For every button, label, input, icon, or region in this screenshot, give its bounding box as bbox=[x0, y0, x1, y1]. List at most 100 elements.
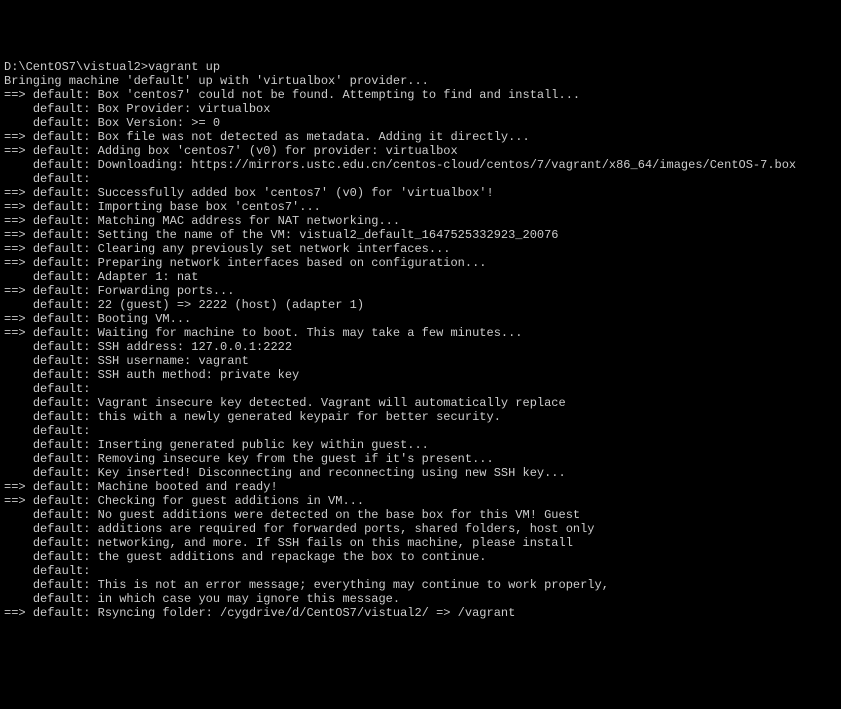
output-line: default: SSH address: 127.0.0.1:2222 bbox=[4, 340, 837, 354]
line-prefix bbox=[4, 396, 33, 410]
output-line: default: additions are required for forw… bbox=[4, 522, 837, 536]
line-prefix: ==> bbox=[4, 606, 33, 620]
line-prefix bbox=[4, 424, 33, 438]
line-prefix: ==> bbox=[4, 130, 33, 144]
line-prefix: ==> bbox=[4, 284, 33, 298]
line-prefix: ==> bbox=[4, 256, 33, 270]
output-line: default: bbox=[4, 172, 837, 186]
line-text: default: Box 'centos7' could not be foun… bbox=[33, 88, 580, 102]
line-text: default: Waiting for machine to boot. Th… bbox=[33, 326, 523, 340]
line-text: default: Clearing any previously set net… bbox=[33, 242, 451, 256]
line-prefix: ==> bbox=[4, 494, 33, 508]
line-text: default: SSH username: vagrant bbox=[33, 354, 249, 368]
line-prefix bbox=[4, 508, 33, 522]
line-text: default: Booting VM... bbox=[33, 312, 191, 326]
output-line: default: bbox=[4, 564, 837, 578]
line-prefix bbox=[4, 564, 33, 578]
line-prefix: ==> bbox=[4, 144, 33, 158]
line-prefix: ==> bbox=[4, 312, 33, 326]
line-text: default: This is not an error message; e… bbox=[33, 578, 609, 592]
output-line: default: Box Version: >= 0 bbox=[4, 116, 837, 130]
line-text: default: Machine booted and ready! bbox=[33, 480, 278, 494]
line-prefix: ==> bbox=[4, 326, 33, 340]
line-text: default: No guest additions were detecte… bbox=[33, 508, 580, 522]
line-prefix bbox=[4, 410, 33, 424]
output-line: default: No guest additions were detecte… bbox=[4, 508, 837, 522]
output-line: default: Box Provider: virtualbox bbox=[4, 102, 837, 116]
output-line: ==> default: Machine booted and ready! bbox=[4, 480, 837, 494]
line-text: default: Checking for guest additions in… bbox=[33, 494, 364, 508]
line-prefix: ==> bbox=[4, 88, 33, 102]
output-line: default: in which case you may ignore th… bbox=[4, 592, 837, 606]
line-text: default: bbox=[33, 424, 91, 438]
line-text: default: Preparing network interfaces ba… bbox=[33, 256, 487, 270]
line-text: default: Inserting generated public key … bbox=[33, 438, 429, 452]
command-line: D:\CentOS7\vistual2>vagrant up bbox=[4, 60, 837, 74]
line-prefix bbox=[4, 158, 33, 172]
line-text: default: Adapter 1: nat bbox=[33, 270, 199, 284]
line-prefix: ==> bbox=[4, 242, 33, 256]
line-text: default: Adding box 'centos7' (v0) for p… bbox=[33, 144, 458, 158]
output-line: ==> default: Box file was not detected a… bbox=[4, 130, 837, 144]
output-line: ==> default: Rsyncing folder: /cygdrive/… bbox=[4, 606, 837, 620]
line-text: default: Box Version: >= 0 bbox=[33, 116, 220, 130]
line-text: default: Successfully added box 'centos7… bbox=[33, 186, 494, 200]
line-text: default: the guest additions and repacka… bbox=[33, 550, 487, 564]
line-text: default: Vagrant insecure key detected. … bbox=[33, 396, 566, 410]
line-text: default: 22 (guest) => 2222 (host) (adap… bbox=[33, 298, 364, 312]
line-text: default: in which case you may ignore th… bbox=[33, 592, 400, 606]
output-line: ==> default: Forwarding ports... bbox=[4, 284, 837, 298]
line-text: default: this with a newly generated key… bbox=[33, 410, 501, 424]
line-prefix bbox=[4, 382, 33, 396]
line-prefix bbox=[4, 522, 33, 536]
output-line: default: bbox=[4, 424, 837, 438]
terminal-output: Bringing machine 'default' up with 'virt… bbox=[4, 74, 837, 620]
line-prefix bbox=[4, 102, 33, 116]
line-prefix bbox=[4, 550, 33, 564]
line-prefix bbox=[4, 368, 33, 382]
output-line: ==> default: Checking for guest addition… bbox=[4, 494, 837, 508]
line-text: default: Matching MAC address for NAT ne… bbox=[33, 214, 400, 228]
output-line: ==> default: Waiting for machine to boot… bbox=[4, 326, 837, 340]
output-line: ==> default: Matching MAC address for NA… bbox=[4, 214, 837, 228]
line-prefix bbox=[4, 578, 33, 592]
line-text: default: SSH address: 127.0.0.1:2222 bbox=[33, 340, 292, 354]
line-prefix bbox=[4, 466, 33, 480]
line-text: default: Box Provider: virtualbox bbox=[33, 102, 271, 116]
output-line: default: Inserting generated public key … bbox=[4, 438, 837, 452]
line-text: default: bbox=[33, 564, 91, 578]
line-prefix bbox=[4, 452, 33, 466]
line-text: default: Setting the name of the VM: vis… bbox=[33, 228, 559, 242]
prompt-path: D:\CentOS7\vistual2> bbox=[4, 60, 148, 74]
line-prefix bbox=[4, 354, 33, 368]
line-prefix bbox=[4, 592, 33, 606]
output-line: default: Adapter 1: nat bbox=[4, 270, 837, 284]
output-line: default: Vagrant insecure key detected. … bbox=[4, 396, 837, 410]
output-line: default: networking, and more. If SSH fa… bbox=[4, 536, 837, 550]
output-line: ==> default: Clearing any previously set… bbox=[4, 242, 837, 256]
output-line: ==> default: Preparing network interface… bbox=[4, 256, 837, 270]
line-prefix: ==> bbox=[4, 228, 33, 242]
terminal-window[interactable]: D:\CentOS7\vistual2>vagrant upBringing m… bbox=[4, 60, 837, 639]
output-line: default: Key inserted! Disconnecting and… bbox=[4, 466, 837, 480]
line-text: default: SSH auth method: private key bbox=[33, 368, 299, 382]
line-text: Bringing machine 'default' up with 'virt… bbox=[4, 74, 429, 88]
output-line: default: 22 (guest) => 2222 (host) (adap… bbox=[4, 298, 837, 312]
line-text: default: Importing base box 'centos7'... bbox=[33, 200, 321, 214]
line-text: default: bbox=[33, 172, 91, 186]
line-prefix bbox=[4, 270, 33, 284]
output-line: ==> default: Booting VM... bbox=[4, 312, 837, 326]
output-line: ==> default: Importing base box 'centos7… bbox=[4, 200, 837, 214]
output-line: default: Downloading: https://mirrors.us… bbox=[4, 158, 837, 172]
command-text: vagrant up bbox=[148, 60, 220, 74]
line-prefix bbox=[4, 340, 33, 354]
output-line: default: SSH auth method: private key bbox=[4, 368, 837, 382]
line-text: default: Forwarding ports... bbox=[33, 284, 235, 298]
output-line: Bringing machine 'default' up with 'virt… bbox=[4, 74, 837, 88]
output-line: default: This is not an error message; e… bbox=[4, 578, 837, 592]
line-prefix bbox=[4, 438, 33, 452]
line-text: default: bbox=[33, 382, 91, 396]
output-line: ==> default: Successfully added box 'cen… bbox=[4, 186, 837, 200]
line-text: default: Key inserted! Disconnecting and… bbox=[33, 466, 566, 480]
line-text: default: Downloading: https://mirrors.us… bbox=[33, 158, 796, 172]
